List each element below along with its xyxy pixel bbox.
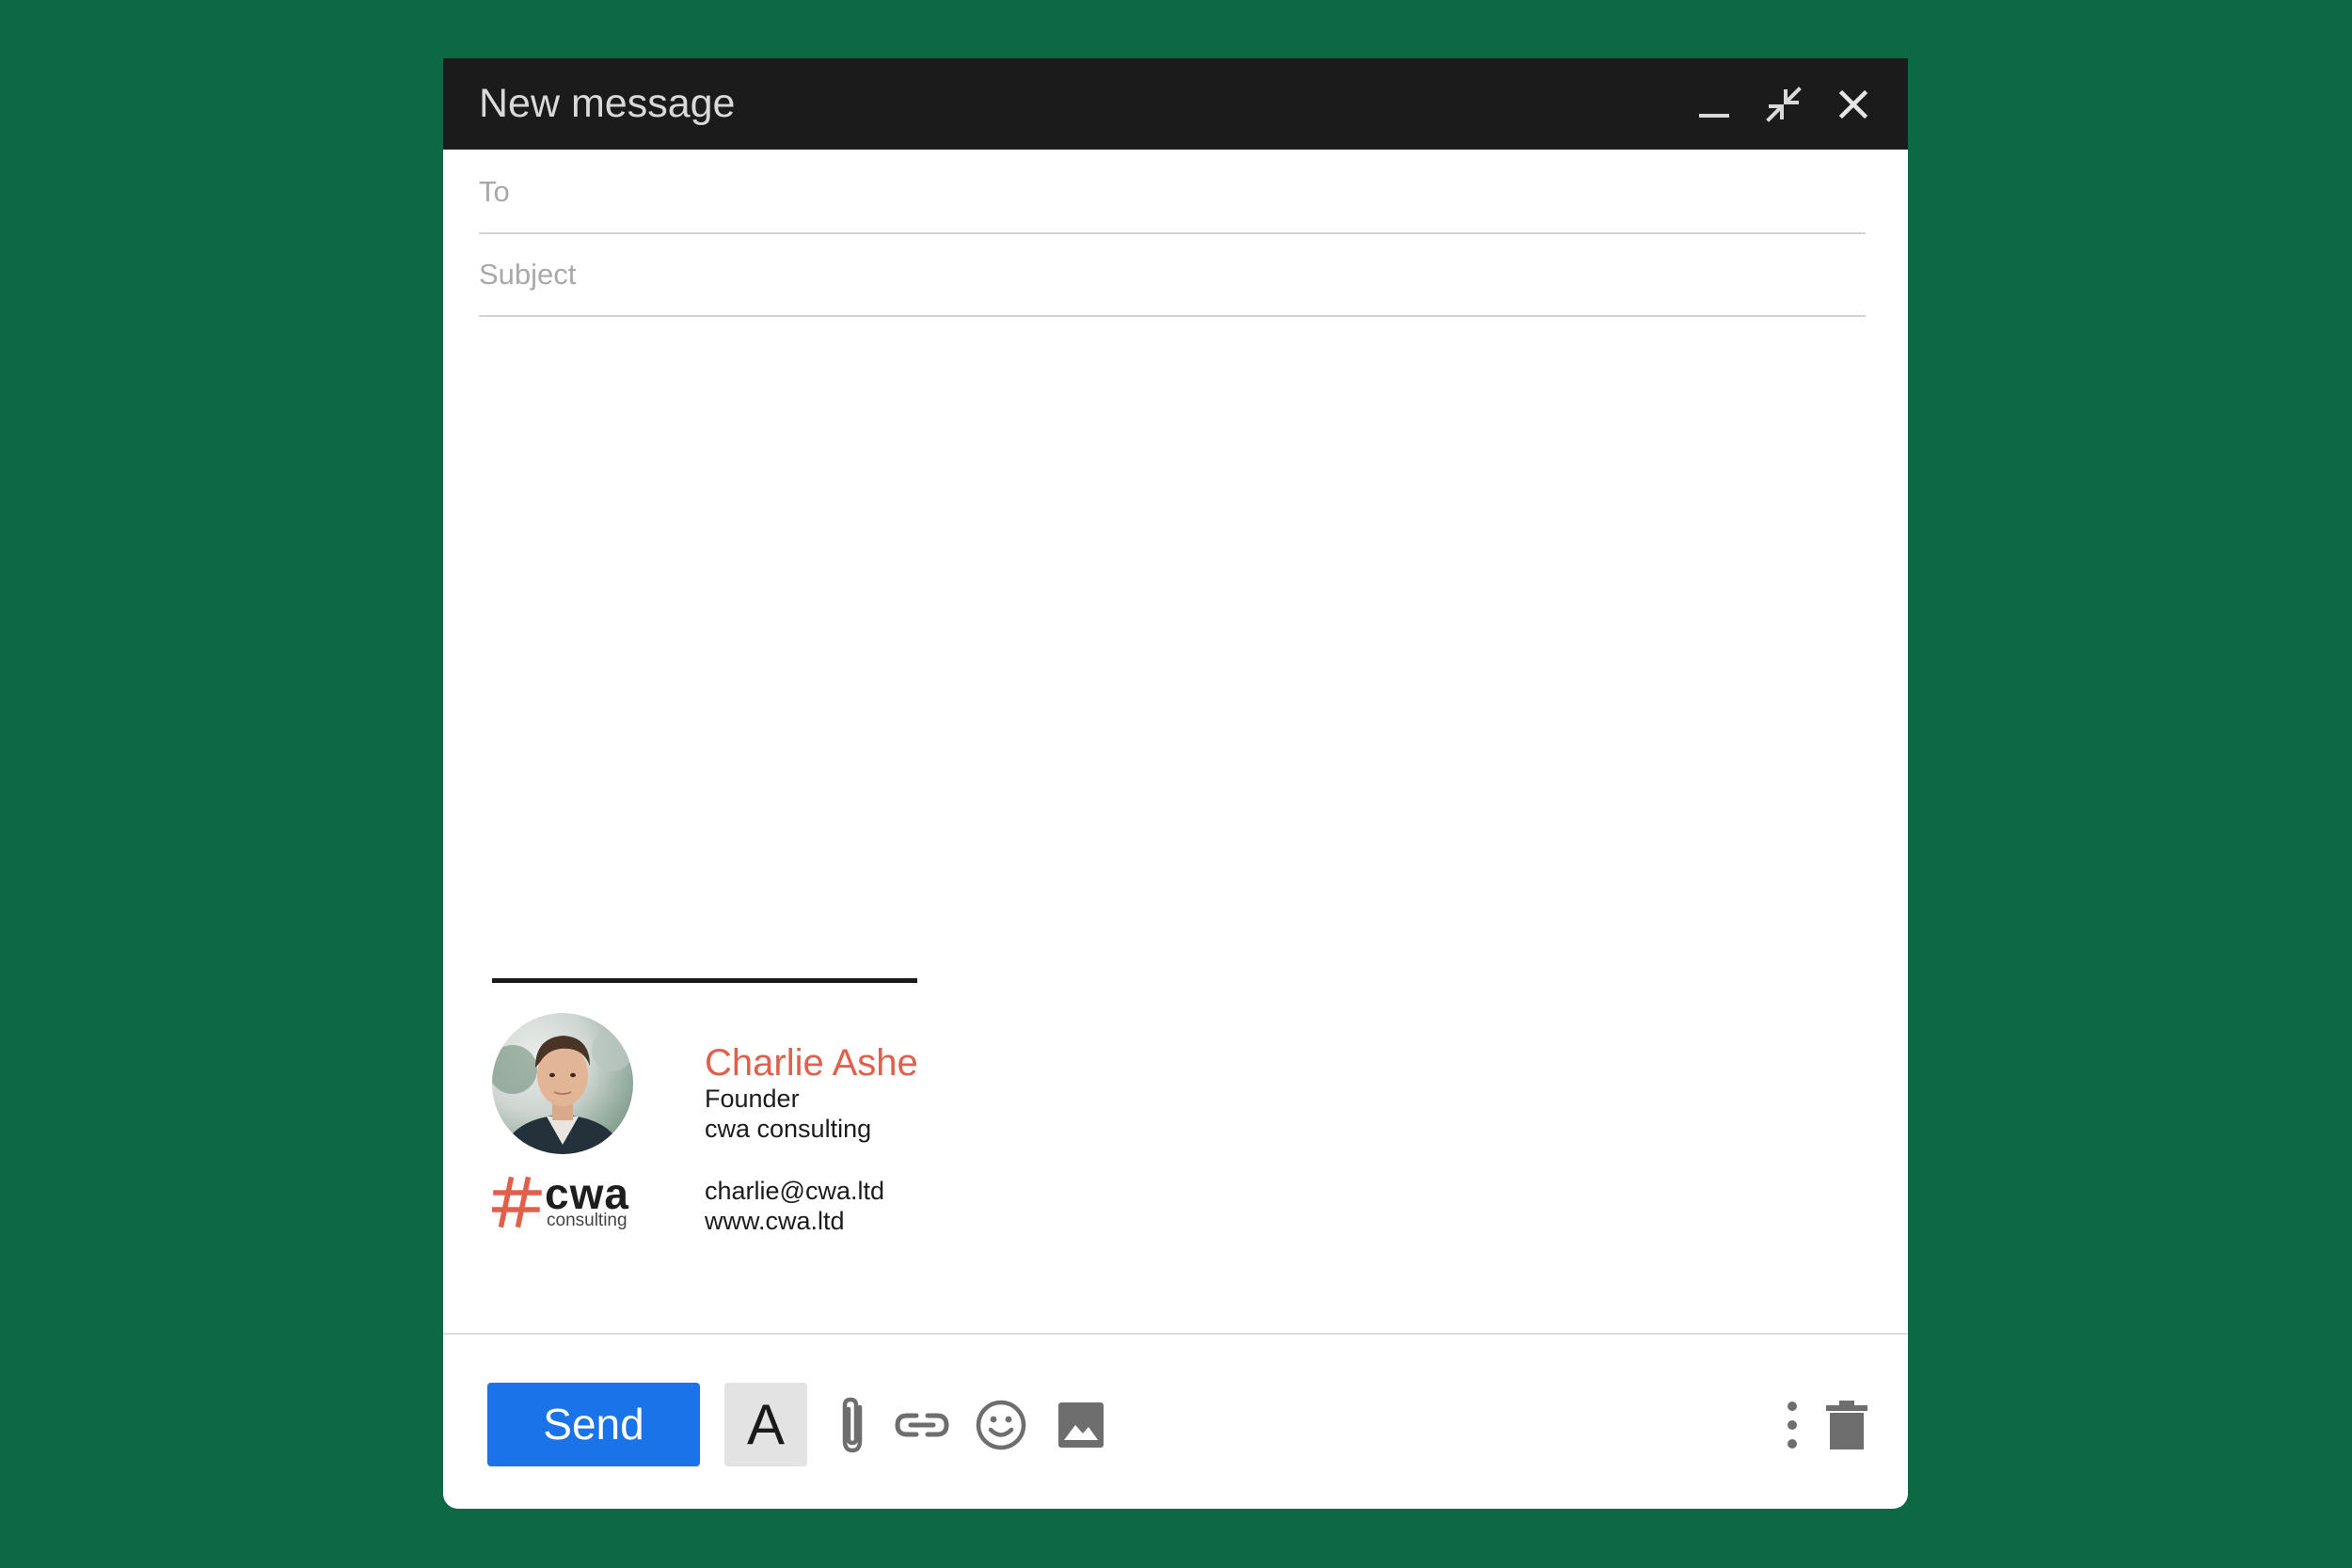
- avatar: [492, 1013, 633, 1154]
- company-logo: cwa consulting: [492, 1169, 643, 1230]
- emoji-icon: [976, 1400, 1026, 1449]
- signature-website[interactable]: www.cwa.ltd: [705, 1206, 845, 1236]
- close-button[interactable]: [1828, 79, 1879, 130]
- paperclip-icon: [842, 1397, 863, 1452]
- compose-title: New message: [479, 81, 736, 126]
- more-vert-icon: [1788, 1401, 1797, 1449]
- emoji-button[interactable]: [968, 1383, 1034, 1466]
- message-body[interactable]: [479, 248, 1866, 1001]
- to-field: [479, 150, 1866, 234]
- to-input[interactable]: [479, 168, 1866, 215]
- hash-logo-icon: [492, 1176, 542, 1228]
- more-options-button[interactable]: [1772, 1383, 1813, 1466]
- discard-draft-button[interactable]: [1819, 1383, 1875, 1466]
- send-button[interactable]: Send: [487, 1383, 700, 1466]
- signature-divider: [492, 978, 917, 983]
- compose-titlebar[interactable]: New message: [443, 58, 1908, 150]
- insert-link-button[interactable]: [889, 1383, 955, 1466]
- signature-email[interactable]: charlie@cwa.ltd: [705, 1176, 884, 1206]
- attach-button[interactable]: [819, 1383, 885, 1466]
- link-icon: [895, 1413, 949, 1436]
- format-text-button[interactable]: A: [724, 1383, 807, 1466]
- avatar-portrait: [492, 1030, 633, 1154]
- signature-company: cwa consulting: [705, 1115, 872, 1143]
- footer-divider: [443, 1333, 1908, 1335]
- logo-wordmark: cwa: [545, 1169, 629, 1218]
- signature-role: Founder: [705, 1085, 800, 1113]
- insert-photo-button[interactable]: [1048, 1383, 1114, 1466]
- minimize-icon: [1699, 114, 1729, 118]
- exit-fullscreen-button[interactable]: [1758, 79, 1809, 130]
- logo-subtitle: consulting: [547, 1211, 628, 1230]
- exit-fullscreen-icon: [1766, 87, 1802, 122]
- trash-icon: [1826, 1400, 1867, 1449]
- image-icon: [1058, 1402, 1104, 1448]
- signature-name: Charlie Ashe: [705, 1042, 918, 1084]
- minimize-button[interactable]: [1689, 79, 1740, 130]
- close-icon: [1838, 89, 1868, 119]
- format-text-icon: A: [746, 1393, 786, 1456]
- compose-window: New message To Subject cwa consulting Ch…: [443, 58, 1908, 1509]
